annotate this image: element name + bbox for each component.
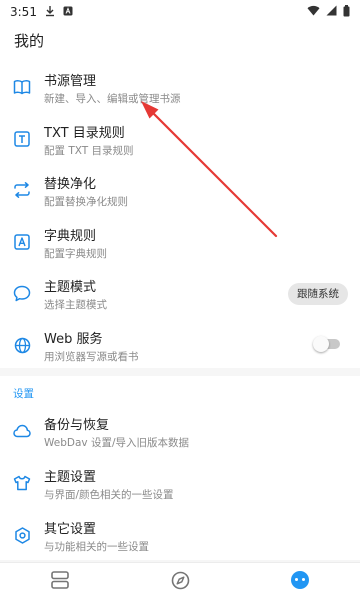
my-profile-icon bbox=[290, 570, 310, 594]
compass-icon bbox=[171, 571, 190, 594]
bottom-navigation bbox=[0, 562, 360, 600]
web-service-switch[interactable] bbox=[313, 336, 340, 352]
item-title: 备份与恢复 bbox=[44, 418, 110, 433]
switch-knob bbox=[313, 336, 329, 352]
tshirt-icon bbox=[12, 473, 32, 493]
theme-settings-item[interactable]: 主题设置 与界面/颜色相关的一些设置 bbox=[0, 460, 360, 510]
theme-mode-item[interactable]: 主题模式 选择主题模式 跟随系统 bbox=[0, 270, 360, 320]
item-title: 其它设置 bbox=[44, 522, 97, 537]
backup-restore-item[interactable]: 备份与恢复 WebDav 设置/导入旧版本数据 bbox=[0, 408, 360, 458]
item-subtitle: 配置 TXT 目录规则 bbox=[44, 145, 134, 157]
web-service-item[interactable]: Web 服务 用浏览器写源或看书 bbox=[0, 322, 360, 372]
nav-my[interactable] bbox=[288, 570, 312, 594]
replace-purify-item[interactable]: 替换净化 配置替换净化规则 bbox=[0, 167, 360, 217]
bookshelf-icon bbox=[50, 571, 70, 593]
item-subtitle: 配置替换净化规则 bbox=[44, 196, 128, 208]
download-icon bbox=[45, 5, 55, 20]
cellular-signal-icon bbox=[326, 5, 337, 19]
theme-mode-chip[interactable]: 跟随系统 bbox=[288, 283, 348, 305]
item-subtitle: 选择主题模式 bbox=[44, 299, 107, 311]
wifi-icon bbox=[307, 5, 320, 19]
dictionary-box-icon bbox=[12, 232, 32, 252]
settings-gear-icon bbox=[12, 525, 32, 545]
item-subtitle: 用浏览器写源或看书 bbox=[44, 351, 139, 363]
item-subtitle: 新建、导入、编辑或管理书源 bbox=[44, 93, 181, 105]
battery-icon bbox=[343, 4, 350, 20]
app-notification-icon bbox=[63, 5, 73, 19]
nav-bookshelf[interactable] bbox=[48, 570, 72, 594]
nav-discover[interactable] bbox=[168, 570, 192, 594]
cloud-icon bbox=[12, 421, 32, 441]
item-subtitle: WebDav 设置/导入旧版本数据 bbox=[44, 437, 190, 449]
page-title: 我的 bbox=[14, 32, 45, 50]
chat-bubble-icon bbox=[12, 283, 32, 303]
item-title: 替换净化 bbox=[44, 177, 97, 192]
item-title: 书源管理 bbox=[44, 74, 97, 89]
item-subtitle: 配置字典规则 bbox=[44, 248, 107, 260]
item-title: 字典规则 bbox=[44, 229, 97, 244]
dictionary-rules-item[interactable]: 字典规则 配置字典规则 bbox=[0, 219, 360, 269]
item-title: Web 服务 bbox=[44, 332, 103, 347]
txt-box-icon bbox=[12, 129, 32, 149]
book-source-management-item[interactable]: 书源管理 新建、导入、编辑或管理书源 bbox=[0, 64, 360, 114]
item-subtitle: 与功能相关的一些设置 bbox=[44, 541, 149, 553]
settings-section-header: 设置 bbox=[13, 388, 34, 400]
swap-arrows-icon bbox=[12, 180, 32, 200]
item-title: 主题模式 bbox=[44, 280, 97, 295]
book-open-icon bbox=[12, 77, 32, 97]
globe-icon bbox=[12, 335, 32, 355]
status-time: 3:51 bbox=[10, 5, 37, 19]
status-bar-right bbox=[307, 4, 350, 20]
item-subtitle: 与界面/颜色相关的一些设置 bbox=[44, 489, 174, 501]
txt-toc-rules-item[interactable]: TXT 目录规则 配置 TXT 目录规则 bbox=[0, 116, 360, 166]
other-settings-item[interactable]: 其它设置 与功能相关的一些设置 bbox=[0, 512, 360, 562]
status-bar: 3:51 bbox=[0, 0, 360, 24]
status-bar-left: 3:51 bbox=[10, 5, 73, 20]
item-title: TXT 目录规则 bbox=[44, 126, 125, 141]
item-title: 主题设置 bbox=[44, 470, 97, 485]
